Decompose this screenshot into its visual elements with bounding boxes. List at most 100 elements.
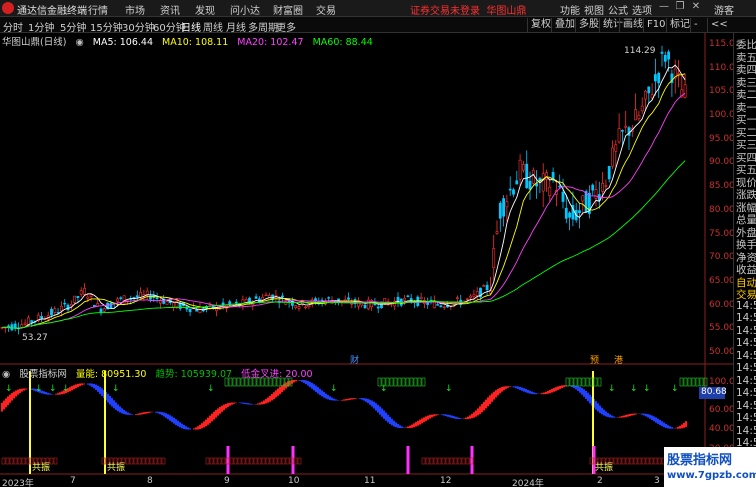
- period-1min[interactable]: 1分钟: [28, 19, 54, 34]
- candle-body: [561, 191, 565, 202]
- candle-body: [63, 302, 67, 305]
- state-box: [461, 457, 466, 465]
- state-box: [5, 457, 10, 465]
- candle-body: [436, 304, 440, 306]
- state-box: [441, 457, 446, 465]
- menu-wenxiaoda[interactable]: 问小达: [230, 2, 260, 17]
- candle-body: [531, 169, 535, 184]
- state-box: [597, 377, 602, 387]
- event-hk[interactable]: 港: [614, 353, 623, 366]
- candle-body: [475, 291, 479, 297]
- tool-multi-stock[interactable]: 多股: [575, 18, 602, 32]
- state-box: [687, 377, 692, 387]
- menu-trade[interactable]: 交易: [316, 2, 336, 17]
- cross-signal-bar: [406, 446, 410, 474]
- period-more[interactable]: 更多: [276, 19, 296, 34]
- state-box: [573, 377, 578, 387]
- x-label: 3: [654, 476, 660, 486]
- menu-news[interactable]: 资讯: [160, 2, 180, 17]
- y-axis-label: 95.00: [709, 133, 735, 144]
- period-multi[interactable]: 多周期: [248, 19, 278, 34]
- side-panel-item: 14:5: [736, 424, 756, 437]
- state-box: [13, 457, 18, 465]
- tool-collapse[interactable]: <<: [707, 18, 731, 32]
- x-label: 12: [440, 476, 452, 486]
- period-30min[interactable]: 30分钟: [122, 19, 155, 34]
- menu-discover[interactable]: 发现: [195, 2, 215, 17]
- candle-body: [419, 296, 423, 299]
- menu-options[interactable]: 选项: [632, 2, 652, 17]
- candle-body: [617, 128, 621, 143]
- minimize-icon[interactable]: —: [657, 1, 671, 15]
- state-box: [125, 457, 130, 465]
- period-weekly[interactable]: 周线: [203, 19, 223, 34]
- state-box: [577, 377, 582, 387]
- candle-body: [465, 298, 469, 300]
- period-5min[interactable]: 5分钟: [60, 19, 86, 34]
- state-box: [445, 457, 450, 465]
- menu-view[interactable]: 视图: [584, 2, 604, 17]
- candle-body: [472, 294, 476, 297]
- event-fin[interactable]: 财: [350, 353, 359, 366]
- candle-body: [591, 184, 595, 191]
- state-box: [265, 457, 270, 465]
- menu-quotes[interactable]: 行情: [88, 2, 108, 17]
- period-monthly[interactable]: 月线: [226, 19, 246, 34]
- candle-body: [495, 231, 499, 234]
- candle-body: [155, 297, 159, 299]
- candle-body: [492, 248, 496, 269]
- state-box: [413, 377, 418, 387]
- candle-body: [198, 306, 202, 314]
- down-arrow-icon: ↓: [630, 384, 638, 394]
- period-daily[interactable]: 日线: [181, 19, 201, 34]
- period-intraday[interactable]: 分时: [3, 19, 23, 34]
- period-15min[interactable]: 15分钟: [90, 19, 123, 34]
- state-box: [249, 457, 254, 465]
- ind-dot-icon[interactable]: ◉: [2, 369, 10, 380]
- high-annotation: 114.29: [624, 46, 656, 56]
- kline-chart[interactable]: ↓ ↓ ↓ ↓ ↓ ↓ ↓ ↓ ↓ ↓ ↓ ↓ ↓: [0, 33, 733, 487]
- state-box: [233, 457, 238, 465]
- x-label: 2: [597, 476, 603, 486]
- candle-body: [439, 305, 443, 308]
- resonance-label: 共振: [595, 463, 614, 473]
- menu-function[interactable]: 功能: [560, 2, 580, 17]
- candle-body: [614, 144, 618, 152]
- state-box: [465, 457, 470, 465]
- candle-body: [59, 305, 63, 312]
- side-panel-item: 14:5: [736, 399, 756, 412]
- app-logo-icon: [2, 2, 14, 14]
- candle-body: [518, 159, 522, 180]
- login-warning[interactable]: 证券交易未登录 华图山鼎: [410, 2, 526, 17]
- vol-label: 量能: 80951.30: [75, 369, 147, 380]
- down-arrow-icon: ↓: [35, 384, 43, 394]
- candle-body: [508, 188, 512, 191]
- tool-adjust[interactable]: 复权: [527, 18, 554, 32]
- menu-market[interactable]: 市场: [125, 2, 145, 17]
- tool-minus[interactable]: -: [690, 18, 701, 32]
- side-panel-item: 14:5: [736, 349, 756, 362]
- menu-wealth-circle[interactable]: 财富圈: [273, 2, 303, 17]
- candle-body: [640, 105, 644, 112]
- candle-body: [528, 180, 532, 190]
- tool-f10[interactable]: F10: [643, 18, 668, 32]
- candle-body: [663, 54, 667, 62]
- tool-draw[interactable]: 画线: [619, 18, 646, 32]
- candle-body: [264, 294, 268, 297]
- state-box: [657, 457, 662, 465]
- tool-mark[interactable]: 标记: [666, 18, 693, 32]
- account-label[interactable]: 游客: [714, 2, 734, 17]
- menu-formula[interactable]: 公式: [608, 2, 628, 17]
- state-box: [49, 457, 54, 465]
- close-icon[interactable]: ✕: [689, 1, 703, 15]
- state-box: [641, 457, 646, 465]
- restore-icon[interactable]: ❐: [673, 1, 687, 15]
- candle-body: [485, 284, 489, 291]
- tool-overlay[interactable]: 叠加: [551, 18, 578, 32]
- candle-body: [69, 304, 73, 307]
- event-forecast[interactable]: 预: [590, 353, 599, 366]
- state-box: [613, 457, 618, 465]
- state-box: [209, 457, 214, 465]
- candle-body: [281, 295, 284, 298]
- state-box: [281, 457, 286, 465]
